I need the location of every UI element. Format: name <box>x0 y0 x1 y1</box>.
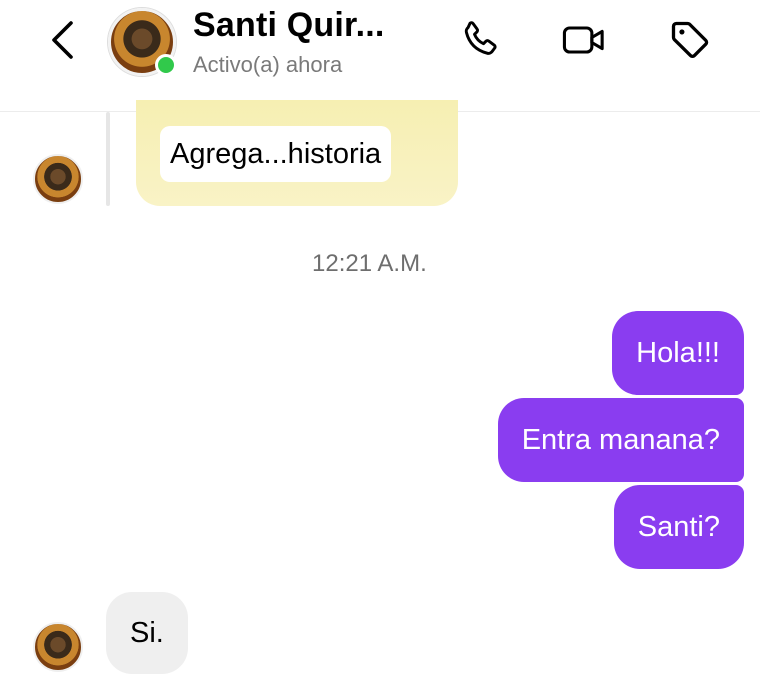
back-button[interactable] <box>40 18 84 62</box>
tag-button[interactable] <box>666 16 714 64</box>
timestamp-text: 12:21 A.M. <box>312 250 427 277</box>
sender-avatar[interactable] <box>33 622 83 672</box>
video-camera-icon <box>562 26 604 54</box>
outgoing-message[interactable]: Entra manana? <box>497 398 744 482</box>
contact-name[interactable]: Santi Quir... <box>193 6 385 45</box>
contact-status: Activo(a) ahora <box>193 52 343 77</box>
call-button[interactable] <box>456 16 504 64</box>
story-reply-label: Agrega...historia <box>160 126 392 182</box>
outgoing-message[interactable]: Hola!!! <box>612 311 744 395</box>
tag-icon <box>671 21 709 59</box>
incoming-message[interactable]: Si. <box>106 592 188 674</box>
online-status-dot <box>155 54 177 76</box>
reply-indicator-bar <box>106 112 110 206</box>
video-call-button[interactable] <box>561 16 609 64</box>
sender-avatar[interactable] <box>33 154 83 204</box>
chat-header: Santi Quir... Activo(a) ahora <box>0 0 760 112</box>
phone-icon <box>464 21 497 55</box>
outgoing-message[interactable]: Santi? <box>613 485 744 569</box>
chevron-left-icon <box>52 21 73 59</box>
